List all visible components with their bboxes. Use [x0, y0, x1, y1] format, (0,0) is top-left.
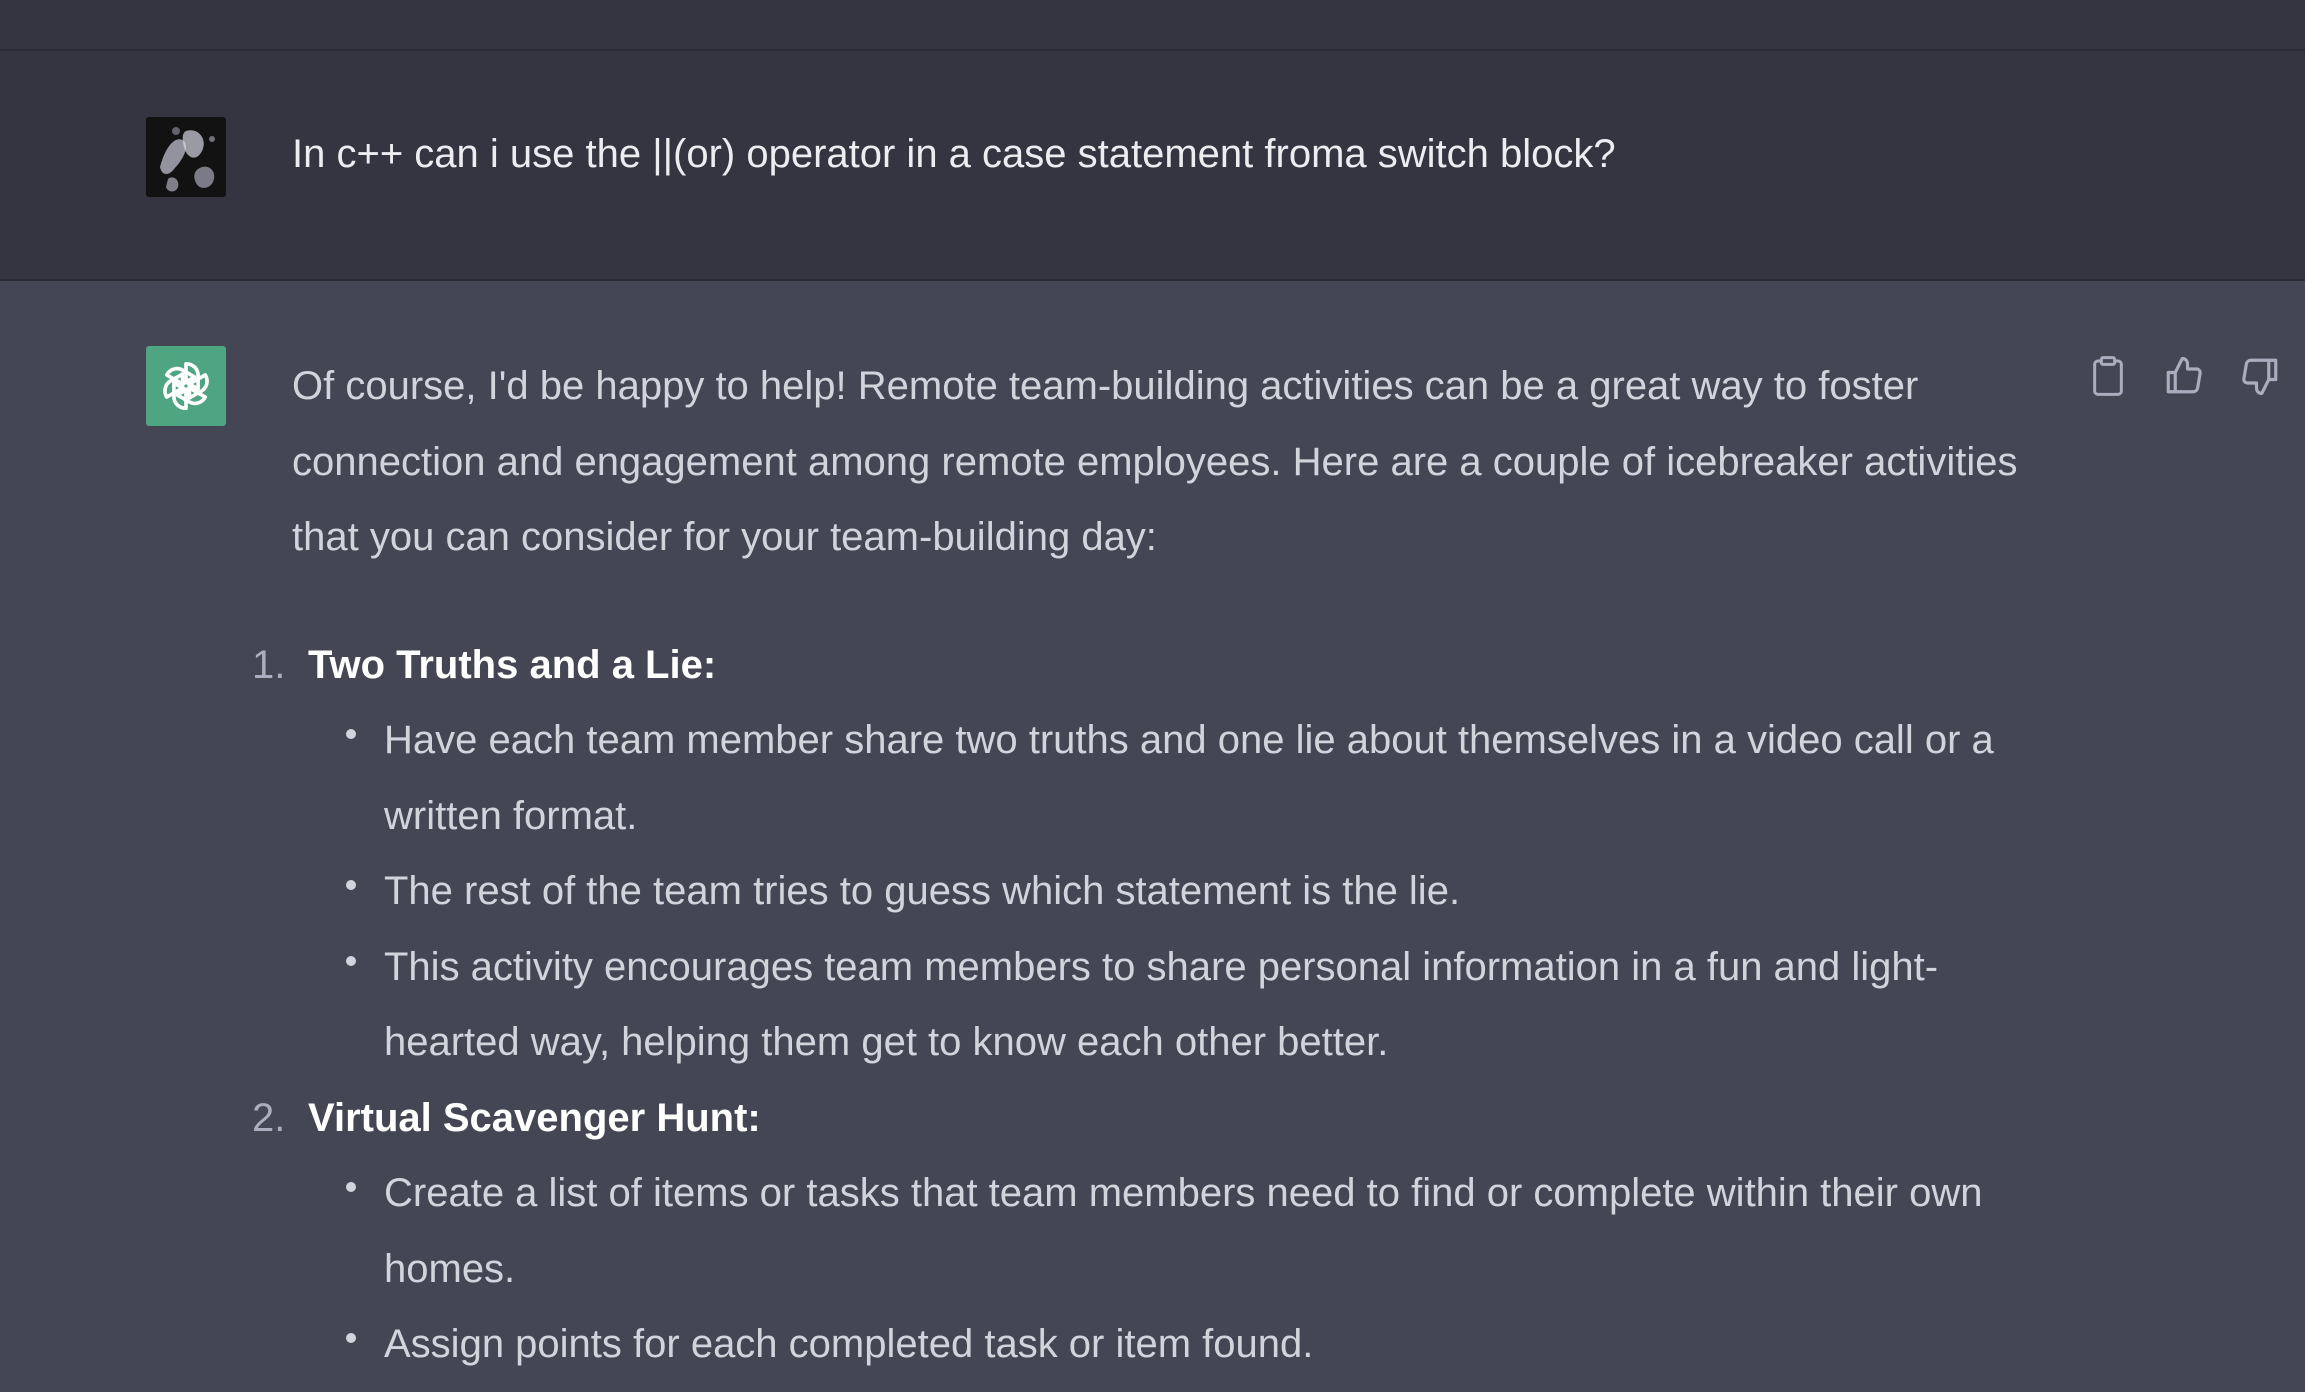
copy-button[interactable] [2083, 351, 2133, 401]
message-actions [2083, 351, 2285, 401]
bullet-item: Assign points for each completed task or… [308, 1307, 2052, 1383]
activity-title: Two Truths and a Lie: [308, 642, 717, 687]
activity-bullets: Create a list of items or tasks that tea… [308, 1156, 2052, 1383]
chat-page: In c++ can i use the ||(or) operator in … [0, 0, 2305, 1392]
bullet-dot [346, 729, 356, 739]
openai-logo-icon [163, 361, 209, 411]
assistant-answer: Of course, I'd be happy to help! Remote … [252, 349, 2052, 1383]
activity-item: 1. Two Truths and a Lie: Have each team … [252, 628, 2052, 1081]
like-button[interactable] [2159, 351, 2209, 401]
user-message-row: In c++ can i use the ||(or) operator in … [0, 51, 2305, 281]
top-strip [0, 0, 2305, 51]
bullet-dot [346, 1182, 356, 1192]
bullet-dot [346, 955, 356, 966]
activity-number: 1. [252, 642, 286, 687]
assistant-intro-text: Of course, I'd be happy to help! Remote … [292, 364, 2018, 559]
user-avatar [146, 117, 226, 197]
clipboard-icon [2093, 356, 2123, 396]
activity-bullets: Have each team member share two truths a… [308, 703, 2052, 1081]
assistant-message-row: Of course, I'd be happy to help! Remote … [0, 281, 2305, 1392]
dislike-button[interactable] [2235, 351, 2285, 401]
user-avatar-image [146, 117, 226, 197]
bullet-dot [346, 1333, 356, 1343]
bullet-item: This activity encourages team members to… [308, 930, 2052, 1081]
bullet-item: The rest of the team tries to guess whic… [308, 854, 2052, 930]
thumbs-down-icon [2242, 358, 2278, 396]
activity-title: Virtual Scavenger Hunt: [308, 1095, 761, 1140]
activity-item: 2. Virtual Scavenger Hunt: Create a list… [252, 1081, 2052, 1383]
activities-list: 1. Two Truths and a Lie: Have each team … [252, 628, 2052, 1383]
bullet-text: Have each team member share two truths a… [384, 718, 1994, 838]
activity-number: 2. [252, 1095, 286, 1140]
bullet-item: Create a list of items or tasks that tea… [308, 1156, 2052, 1307]
user-message-text: In c++ can i use the ||(or) operator in … [292, 132, 1616, 176]
bullet-text: This activity encourages team members to… [384, 944, 1939, 1065]
bullet-item: Have each team member share two truths a… [308, 703, 2052, 854]
bullet-dot [346, 880, 356, 890]
bullet-text: The rest of the team tries to guess whic… [384, 869, 1461, 913]
bullet-text: Assign points for each completed task or… [384, 1322, 1314, 1366]
assistant-avatar [146, 346, 226, 426]
thumbs-up-icon [2166, 356, 2202, 394]
bullet-text: Create a list of items or tasks that tea… [384, 1171, 1983, 1291]
